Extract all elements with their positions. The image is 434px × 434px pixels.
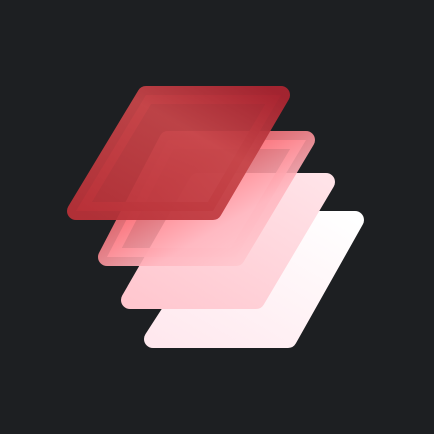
app-icon xyxy=(0,0,434,434)
stacked-layers-icon xyxy=(0,0,434,434)
